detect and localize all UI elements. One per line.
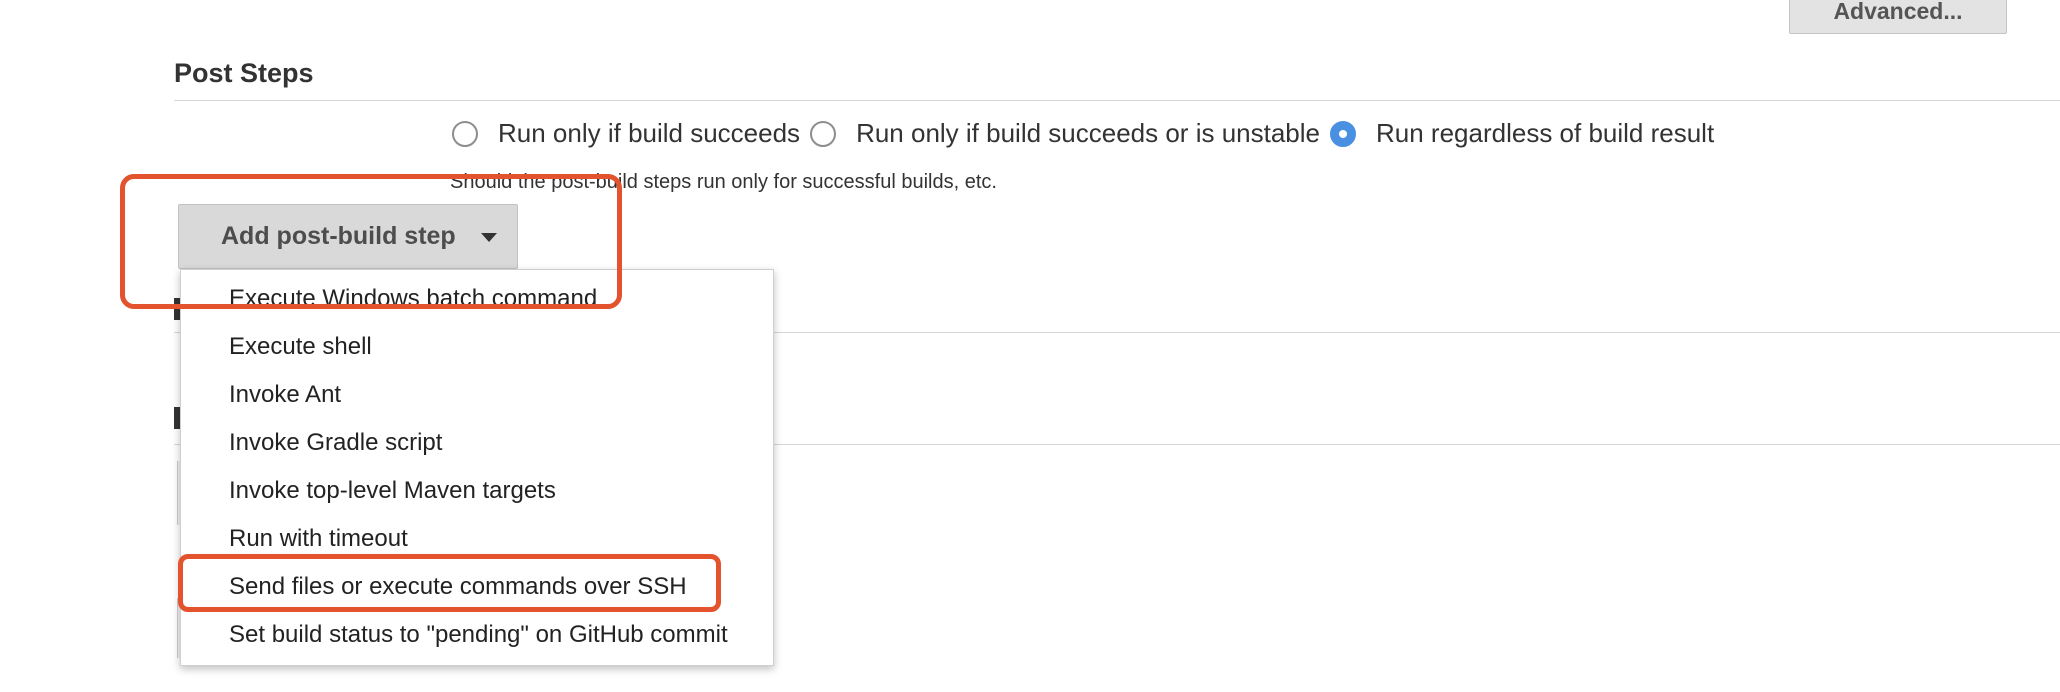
radio-option-regardless[interactable]: Run regardless of build result	[1330, 118, 1714, 149]
menu-item-invoke-gradle[interactable]: Invoke Gradle script	[229, 428, 442, 458]
section-title-post-steps: Post Steps	[174, 58, 314, 88]
radio-button-succeeds[interactable]	[452, 120, 478, 147]
caret-down-icon	[481, 233, 497, 242]
menu-item-invoke-ant[interactable]: Invoke Ant	[229, 380, 341, 410]
menu-item-execute-windows-batch[interactable]: Execute Windows batch command	[229, 284, 597, 314]
post-build-step-menu: Execute Windows batch command Execute sh…	[180, 269, 774, 666]
post-steps-help-text: Should the post-build steps run only for…	[450, 171, 997, 193]
add-post-build-step-label: Add post-build step	[221, 222, 456, 250]
menu-item-execute-shell[interactable]: Execute shell	[229, 332, 372, 362]
section-divider	[174, 100, 2060, 101]
radio-label-succeeds: Run only if build succeeds	[498, 118, 801, 148]
radio-option-succeeds-or-unstable[interactable]: Run only if build succeeds or is unstabl…	[810, 118, 1320, 149]
menu-item-invoke-maven[interactable]: Invoke top-level Maven targets	[229, 476, 556, 506]
radio-label-succeeds-or-unstable: Run only if build succeeds or is unstabl…	[856, 118, 1320, 148]
post-steps-radio-group: Run only if build succeeds Run only if b…	[452, 118, 1724, 149]
radio-button-succeeds-or-unstable[interactable]	[810, 120, 837, 147]
menu-item-run-with-timeout[interactable]: Run with timeout	[229, 524, 408, 554]
menu-item-send-files-ssh[interactable]: Send files or execute commands over SSH	[229, 572, 687, 602]
radio-option-succeeds[interactable]: Run only if build succeeds	[452, 118, 800, 149]
menu-item-set-build-status-pending[interactable]: Set build status to "pending" on GitHub …	[229, 620, 728, 650]
radio-button-regardless[interactable]	[1330, 120, 1356, 147]
advanced-button[interactable]: Advanced...	[1789, 0, 2007, 34]
radio-label-regardless: Run regardless of build result	[1376, 118, 1715, 148]
add-post-build-step-button[interactable]: Add post-build step	[178, 204, 518, 269]
